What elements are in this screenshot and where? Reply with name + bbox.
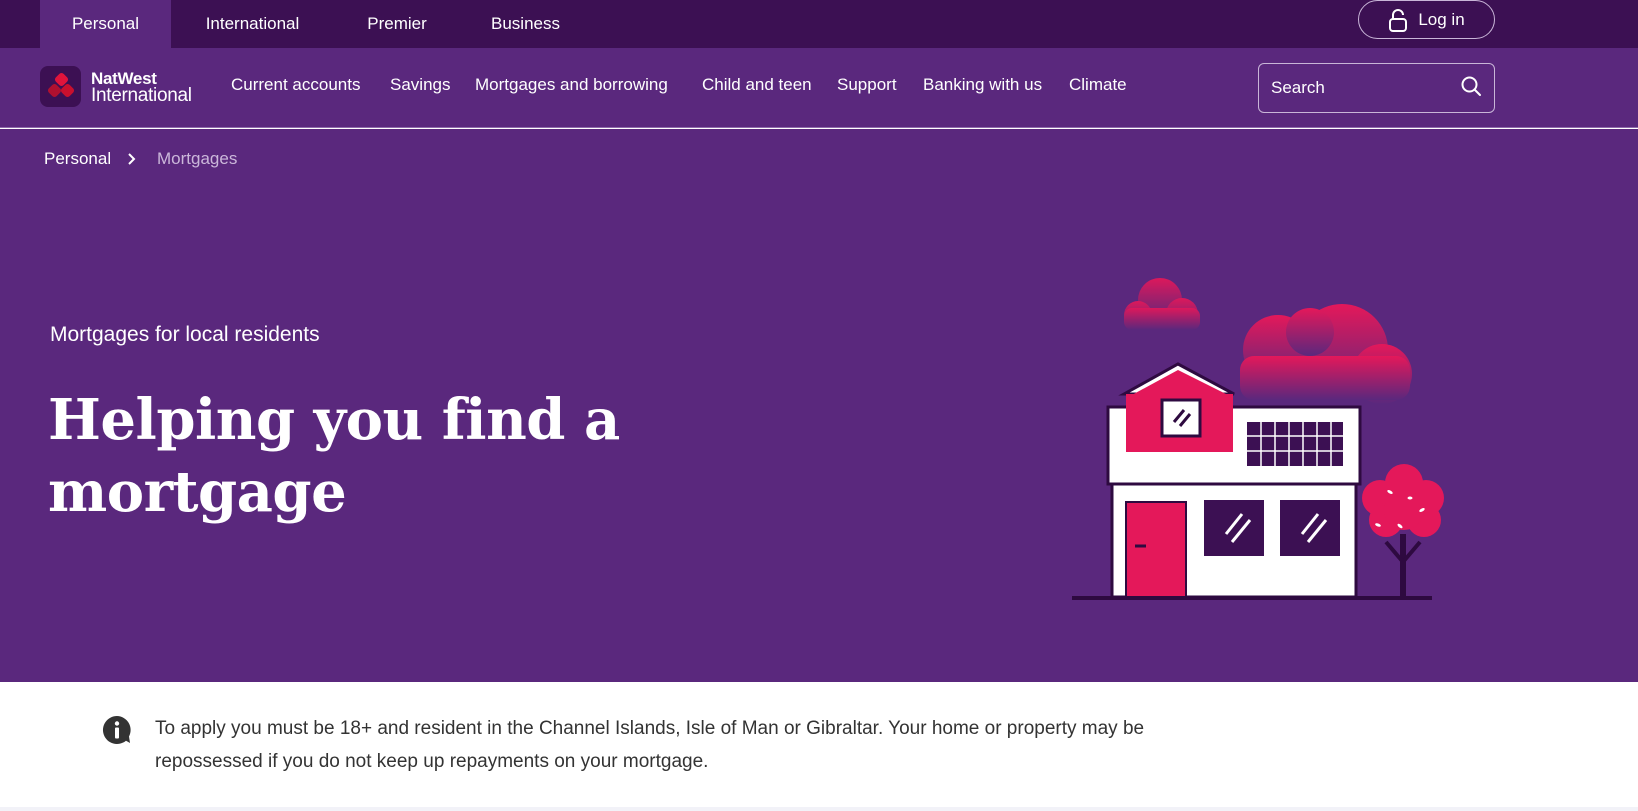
segment-premier[interactable]: Premier [352, 0, 442, 48]
nav-climate[interactable]: Climate [1069, 75, 1127, 95]
breadcrumb-current: Mortgages [157, 149, 238, 168]
notice-text: To apply you must be 18+ and resident in… [155, 718, 1145, 772]
brand-name-line1: NatWest [91, 68, 157, 88]
lock-icon [1388, 8, 1408, 32]
segment-personal[interactable]: Personal [40, 0, 171, 48]
page-title: Helping you find a mortgage [48, 384, 768, 528]
page-title-line2: mortgage [48, 459, 347, 525]
natwest-logo[interactable]: NatWest International [40, 66, 192, 107]
nav-current-accounts[interactable]: Current accounts [231, 75, 360, 95]
page-divider [0, 807, 1638, 811]
search-input[interactable] [1271, 78, 1451, 98]
house-illustration [1060, 270, 1460, 615]
chevron-right-icon [126, 150, 138, 173]
segment-business[interactable]: Business [478, 0, 573, 48]
nav-mortgages-and-borrowing[interactable]: Mortgages and borrowing [475, 75, 668, 95]
segment-international[interactable]: International [185, 0, 320, 48]
info-icon [101, 714, 133, 751]
hero-eyebrow: Mortgages for local residents [50, 323, 320, 346]
search-box[interactable] [1258, 63, 1495, 113]
natwest-logo-icon [40, 66, 81, 107]
page-title-line1: Helping you find a [48, 387, 620, 453]
breadcrumb-personal[interactable]: Personal [44, 149, 111, 169]
login-button[interactable]: Log in [1358, 0, 1495, 39]
login-label: Log in [1418, 9, 1465, 29]
brand-name-line2: International [91, 84, 192, 106]
nav-support[interactable]: Support [837, 75, 897, 95]
nav-child-and-teen[interactable]: Child and teen [702, 75, 812, 95]
nav-banking-with-us[interactable]: Banking with us [923, 75, 1042, 95]
nav-savings[interactable]: Savings [390, 75, 450, 95]
search-icon[interactable] [1460, 75, 1482, 102]
